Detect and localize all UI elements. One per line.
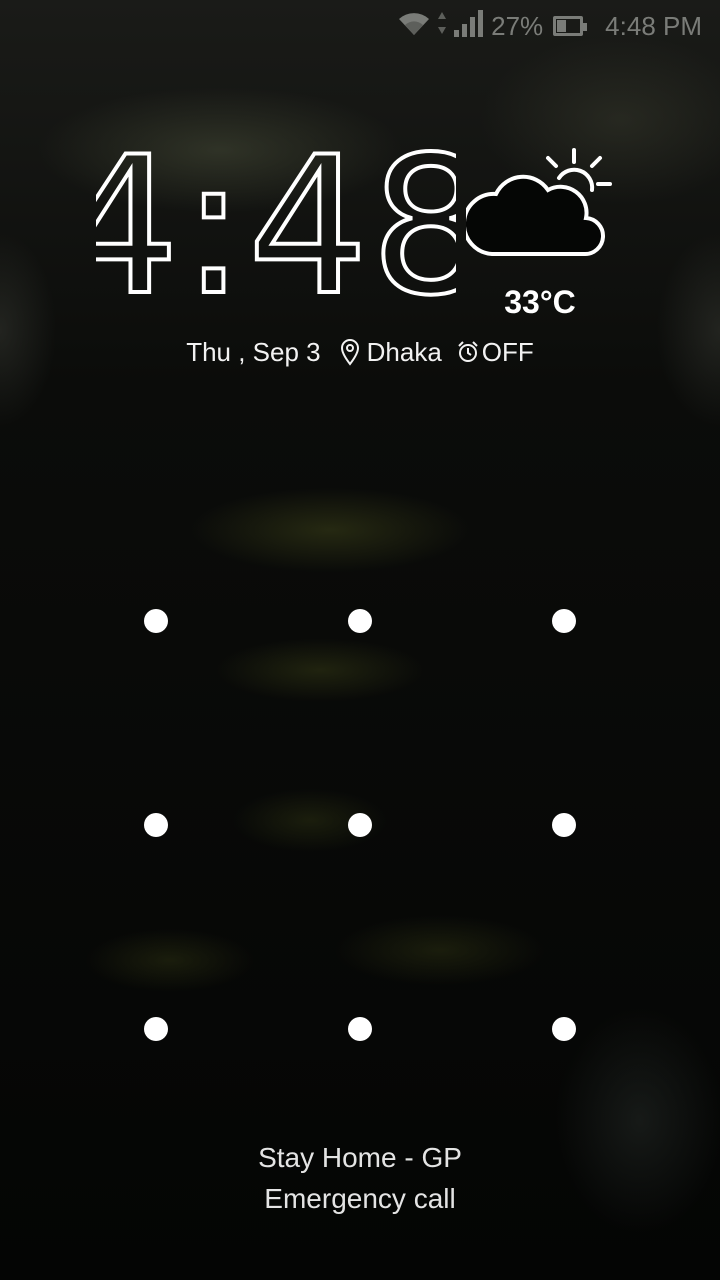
pattern-dot-4[interactable] <box>144 813 168 837</box>
status-time: 4:48 PM <box>605 10 702 41</box>
lock-info-row: Thu , Sep 3 Dhaka OFF <box>0 332 720 372</box>
pattern-dot-6[interactable] <box>552 813 576 837</box>
alarm-status: OFF <box>481 336 534 367</box>
signal-icon <box>453 8 487 45</box>
location-pin-icon <box>339 338 363 366</box>
emergency-call-button[interactable]: Emergency call <box>220 1183 500 1215</box>
wifi-icon <box>397 8 431 45</box>
lock-clock: 4:48 <box>57 114 494 339</box>
battery-icon <box>553 16 588 36</box>
alarm-clock-icon <box>456 338 480 366</box>
pattern-dot-8[interactable] <box>348 1017 372 1041</box>
partly-cloudy-icon <box>461 144 616 264</box>
pattern-dot-2[interactable] <box>348 609 372 633</box>
pattern-dot-5[interactable] <box>348 813 372 837</box>
pattern-dot-7[interactable] <box>144 1017 168 1041</box>
battery-percent: 27% <box>491 10 544 41</box>
date-label: Thu , Sep 3 <box>186 336 321 367</box>
location-label: Dhaka <box>366 336 442 367</box>
data-arrows-icon <box>437 10 447 43</box>
status-bar: 27% 4:48 PM <box>0 0 720 52</box>
pattern-dot-3[interactable] <box>552 609 576 633</box>
clock-text: 4:48 <box>96 138 456 298</box>
temperature: 33°C <box>504 284 576 320</box>
pattern-dot-9[interactable] <box>552 1017 576 1041</box>
carrier-label: Stay Home - GP <box>258 1142 462 1173</box>
pattern-dot-1[interactable] <box>144 609 168 633</box>
